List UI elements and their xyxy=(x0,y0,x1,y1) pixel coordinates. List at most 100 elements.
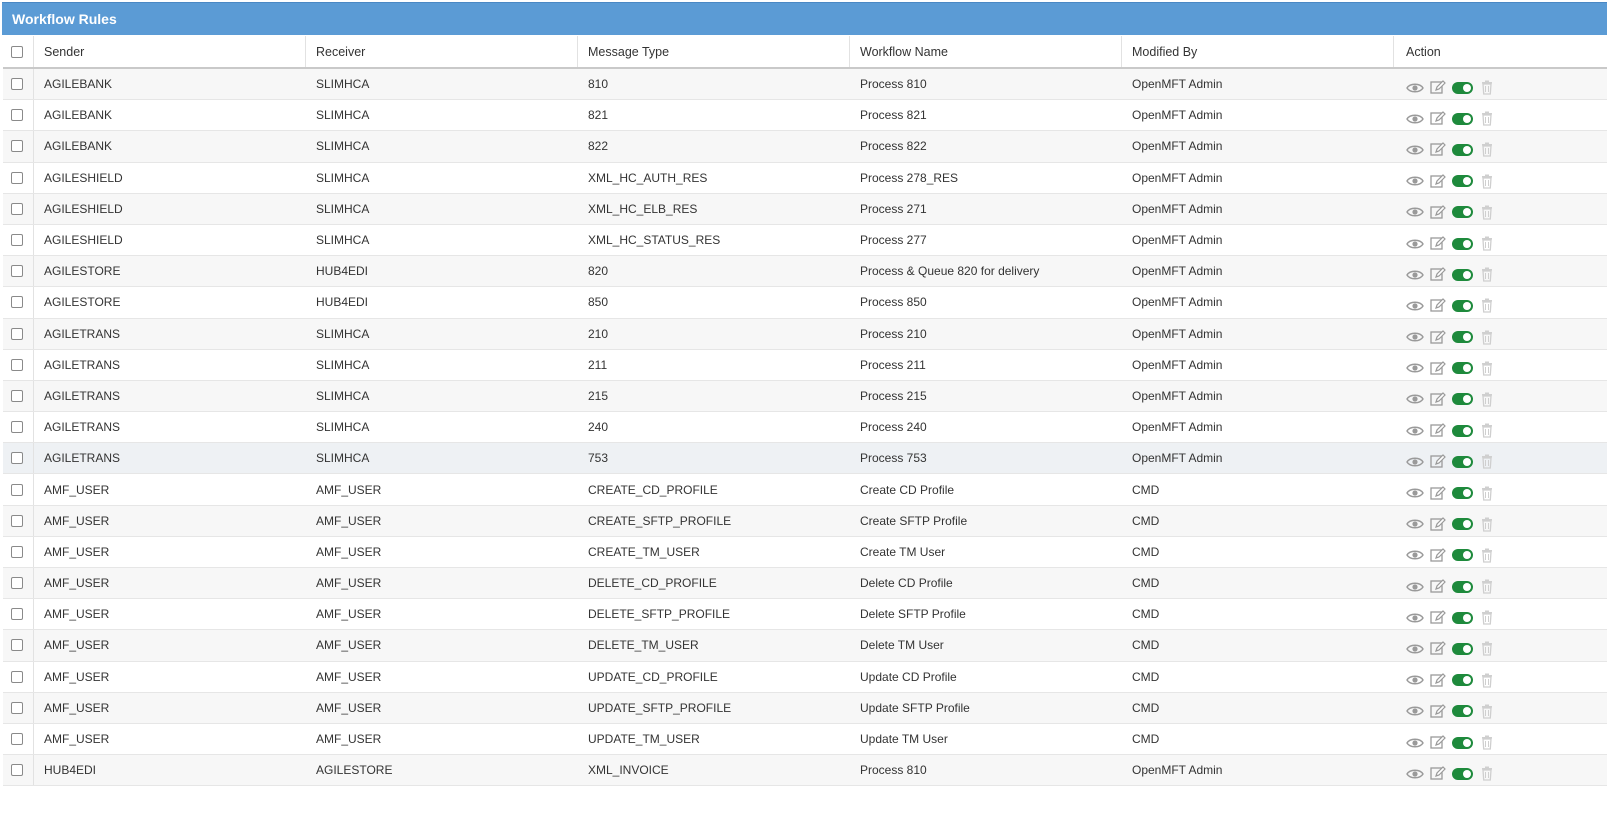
table-row[interactable]: AMF_USER AMF_USER DELETE_TM_USER Delete TM … xyxy=(3,630,1607,662)
delete-trash-icon[interactable] xyxy=(1478,703,1496,719)
row-checkbox[interactable] xyxy=(11,234,23,247)
view-eye-icon[interactable] xyxy=(1406,391,1424,407)
edit-pencil-icon[interactable] xyxy=(1429,423,1447,439)
table-row[interactable]: AGILEBANK SLIMHCA 810 Process 810 OpenMFT Ad… xyxy=(3,69,1607,101)
row-checkbox[interactable] xyxy=(11,670,23,683)
table-row[interactable]: AGILESHIELD SLIMHCA XML_HC_AUTH_RES Process… xyxy=(3,162,1607,194)
edit-pencil-icon[interactable] xyxy=(1429,80,1447,96)
delete-trash-icon[interactable] xyxy=(1478,236,1496,252)
enable-toggle[interactable] xyxy=(1452,393,1473,406)
view-eye-icon[interactable] xyxy=(1406,672,1424,688)
edit-pencil-icon[interactable] xyxy=(1429,111,1447,127)
select-all-checkbox[interactable] xyxy=(11,45,23,58)
enable-toggle[interactable] xyxy=(1452,237,1473,250)
row-checkbox[interactable] xyxy=(11,514,23,527)
view-eye-icon[interactable] xyxy=(1406,641,1424,657)
view-eye-icon[interactable] xyxy=(1406,547,1424,563)
enable-toggle[interactable] xyxy=(1452,175,1473,188)
enable-toggle[interactable] xyxy=(1452,299,1473,312)
enable-toggle[interactable] xyxy=(1452,143,1473,156)
table-row[interactable]: AGILETRANS SLIMHCA 240 Process 240 OpenMFT A… xyxy=(3,412,1607,444)
enable-toggle[interactable] xyxy=(1452,611,1473,624)
row-checkbox[interactable] xyxy=(11,483,23,496)
edit-pencil-icon[interactable] xyxy=(1429,142,1447,158)
delete-trash-icon[interactable] xyxy=(1478,142,1496,158)
delete-trash-icon[interactable] xyxy=(1478,610,1496,626)
edit-pencil-icon[interactable] xyxy=(1429,485,1447,501)
edit-pencil-icon[interactable] xyxy=(1429,610,1447,626)
view-eye-icon[interactable] xyxy=(1406,267,1424,283)
edit-pencil-icon[interactable] xyxy=(1429,204,1447,220)
edit-pencil-icon[interactable] xyxy=(1429,672,1447,688)
view-eye-icon[interactable] xyxy=(1406,204,1424,220)
column-header-sender[interactable]: Sender xyxy=(34,36,306,67)
table-row[interactable]: AMF_USER AMF_USER UPDATE_CD_PROFILE Update … xyxy=(3,661,1607,693)
row-checkbox[interactable] xyxy=(11,78,23,91)
delete-trash-icon[interactable] xyxy=(1478,298,1496,314)
table-row[interactable]: AMF_USER AMF_USER CREATE_SFTP_PROFILE Creat… xyxy=(3,505,1607,537)
delete-trash-icon[interactable] xyxy=(1478,672,1496,688)
enable-toggle[interactable] xyxy=(1452,549,1473,562)
edit-pencil-icon[interactable] xyxy=(1429,641,1447,657)
table-row[interactable]: AGILEBANK SLIMHCA 821 Process 821 OpenMFT Ad… xyxy=(3,100,1607,132)
column-header-modified-by[interactable]: Modified By xyxy=(1122,36,1394,67)
table-row[interactable]: AMF_USER AMF_USER DELETE_SFTP_PROFILE Delet… xyxy=(3,599,1607,631)
view-eye-icon[interactable] xyxy=(1406,142,1424,158)
delete-trash-icon[interactable] xyxy=(1478,485,1496,501)
view-eye-icon[interactable] xyxy=(1406,610,1424,626)
enable-toggle[interactable] xyxy=(1452,705,1473,718)
view-eye-icon[interactable] xyxy=(1406,454,1424,470)
edit-pencil-icon[interactable] xyxy=(1429,735,1447,751)
edit-pencil-icon[interactable] xyxy=(1429,329,1447,345)
row-checkbox[interactable] xyxy=(11,639,23,652)
enable-toggle[interactable] xyxy=(1452,736,1473,749)
row-checkbox[interactable] xyxy=(11,327,23,340)
row-checkbox[interactable] xyxy=(11,109,23,122)
table-row[interactable]: AGILETRANS SLIMHCA 753 Process 753 OpenMFT A… xyxy=(3,443,1607,475)
enable-toggle[interactable] xyxy=(1452,206,1473,219)
table-row[interactable]: AGILESTORE HUB4EDI 850 Process 850 OpenMFT A… xyxy=(3,287,1607,319)
enable-toggle[interactable] xyxy=(1452,674,1473,687)
view-eye-icon[interactable] xyxy=(1406,735,1424,751)
delete-trash-icon[interactable] xyxy=(1478,173,1496,189)
enable-toggle[interactable] xyxy=(1452,424,1473,437)
enable-toggle[interactable] xyxy=(1452,767,1473,780)
column-header-workflow-name[interactable]: Workflow Name xyxy=(850,36,1122,67)
view-eye-icon[interactable] xyxy=(1406,236,1424,252)
edit-pencil-icon[interactable] xyxy=(1429,766,1447,782)
delete-trash-icon[interactable] xyxy=(1478,329,1496,345)
edit-pencil-icon[interactable] xyxy=(1429,298,1447,314)
row-checkbox[interactable] xyxy=(11,577,23,590)
view-eye-icon[interactable] xyxy=(1406,579,1424,595)
enable-toggle[interactable] xyxy=(1452,487,1473,500)
edit-pencil-icon[interactable] xyxy=(1429,267,1447,283)
table-row[interactable]: AMF_USER AMF_USER CREATE_TM_USER Create TM … xyxy=(3,536,1607,568)
delete-trash-icon[interactable] xyxy=(1478,579,1496,595)
row-checkbox[interactable] xyxy=(11,545,23,558)
view-eye-icon[interactable] xyxy=(1406,423,1424,439)
delete-trash-icon[interactable] xyxy=(1478,360,1496,376)
row-checkbox[interactable] xyxy=(11,202,23,215)
delete-trash-icon[interactable] xyxy=(1478,516,1496,532)
edit-pencil-icon[interactable] xyxy=(1429,516,1447,532)
row-checkbox[interactable] xyxy=(11,764,23,777)
view-eye-icon[interactable] xyxy=(1406,298,1424,314)
enable-toggle[interactable] xyxy=(1452,518,1473,531)
table-row[interactable]: AGILESTORE HUB4EDI 820 Process & Queue 820 … xyxy=(3,256,1607,288)
edit-pencil-icon[interactable] xyxy=(1429,173,1447,189)
view-eye-icon[interactable] xyxy=(1406,111,1424,127)
row-checkbox[interactable] xyxy=(11,421,23,434)
row-checkbox[interactable] xyxy=(11,296,23,309)
edit-pencil-icon[interactable] xyxy=(1429,703,1447,719)
delete-trash-icon[interactable] xyxy=(1478,391,1496,407)
enable-toggle[interactable] xyxy=(1452,331,1473,344)
edit-pencil-icon[interactable] xyxy=(1429,391,1447,407)
edit-pencil-icon[interactable] xyxy=(1429,579,1447,595)
row-checkbox[interactable] xyxy=(11,140,23,153)
enable-toggle[interactable] xyxy=(1452,642,1473,655)
delete-trash-icon[interactable] xyxy=(1478,735,1496,751)
view-eye-icon[interactable] xyxy=(1406,703,1424,719)
row-checkbox[interactable] xyxy=(11,171,23,184)
table-row[interactable]: AMF_USER AMF_USER CREATE_CD_PROFILE Create … xyxy=(3,474,1607,506)
table-row[interactable]: AGILEBANK SLIMHCA 822 Process 822 OpenMFT Ad… xyxy=(3,131,1607,163)
